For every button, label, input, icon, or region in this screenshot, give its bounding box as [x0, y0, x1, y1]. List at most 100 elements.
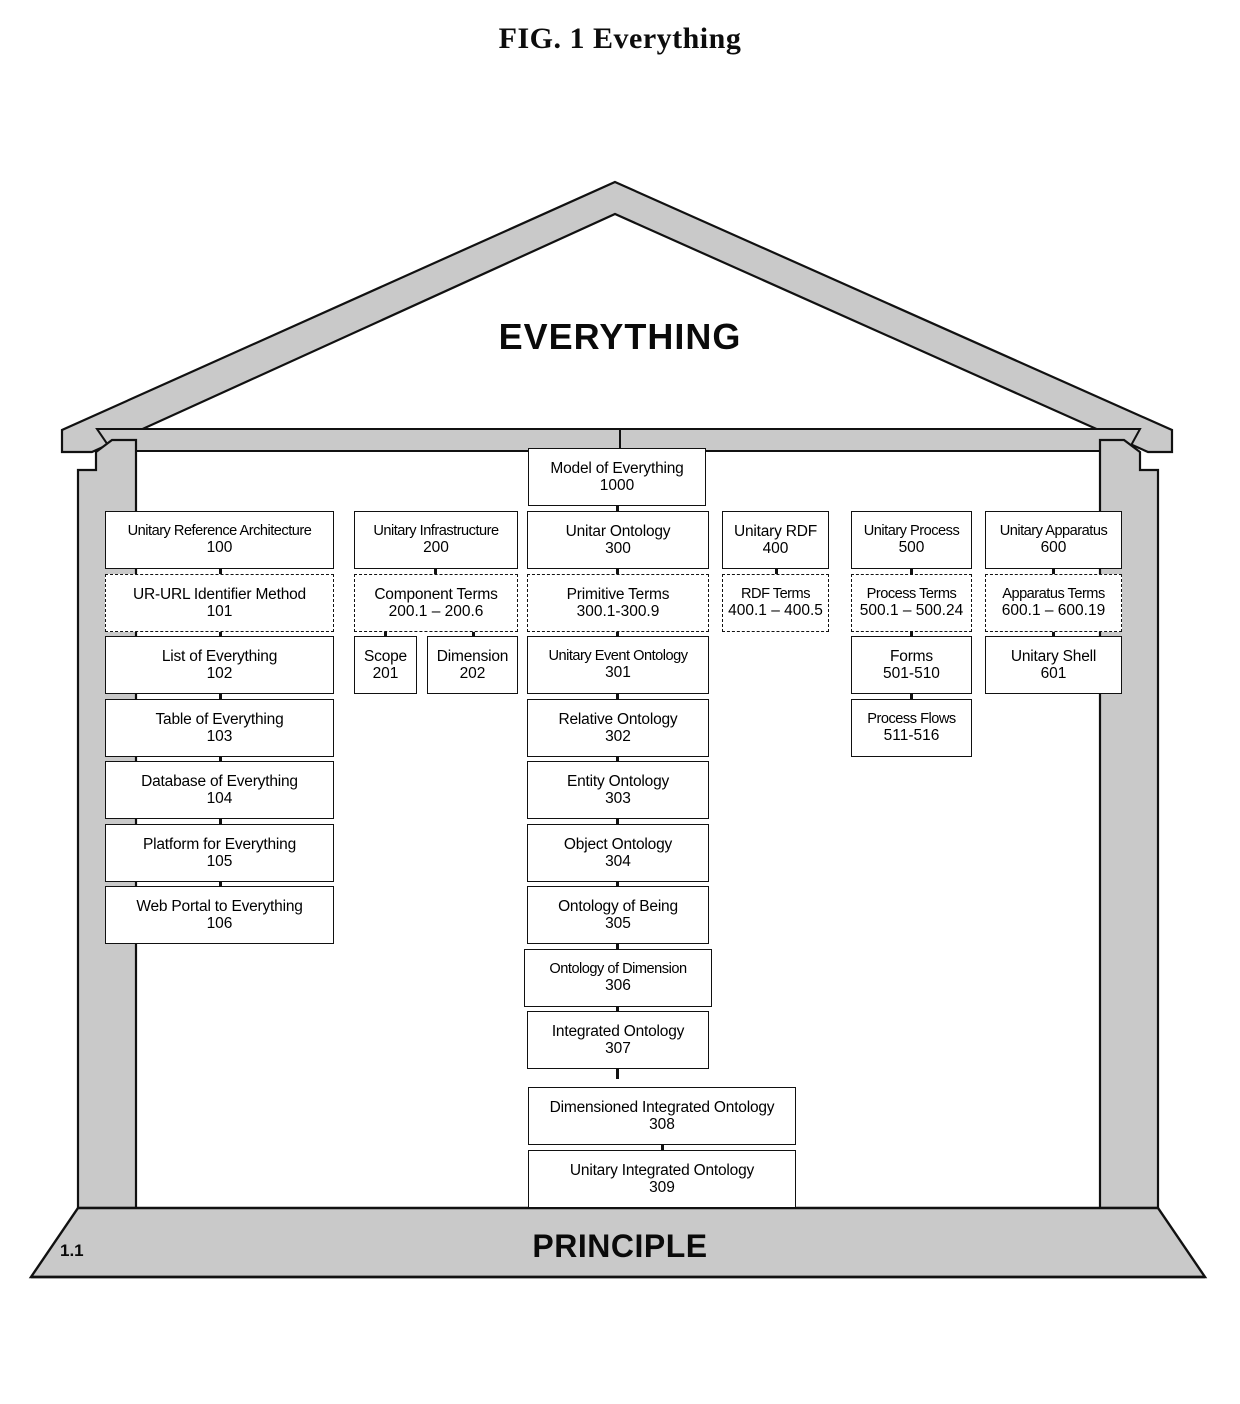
box-number: 500.1 – 500.24 [859, 602, 964, 620]
box-number: 300.1-300.9 [576, 603, 660, 620]
box-number: 400.1 – 400.5 [728, 602, 823, 620]
box-unitary-process-500[interactable]: Unitary Process 500 [851, 511, 972, 569]
box-process-flows-511-516[interactable]: Process Flows 511-516 [851, 699, 972, 757]
box-unitary-integrated-ontology-309[interactable]: Unitary Integrated Ontology 309 [528, 1150, 796, 1208]
box-label: Object Ontology [563, 835, 673, 853]
box-unitary-apparatus-600[interactable]: Unitary Apparatus 600 [985, 511, 1122, 569]
box-ontology-of-being-305[interactable]: Ontology of Being 305 [527, 886, 709, 944]
box-ontology-of-dimension-306[interactable]: Ontology of Dimension 306 [524, 949, 712, 1007]
box-number: 303 [605, 790, 631, 807]
box-label: Entity Ontology [566, 772, 670, 790]
box-number: 511-516 [883, 727, 940, 745]
box-number: 600.1 – 600.19 [1001, 602, 1106, 620]
box-ur-url-identifier-method-101[interactable]: UR-URL Identifier Method 101 [105, 574, 334, 632]
box-label: Unitary Infrastructure [373, 523, 499, 540]
box-scope-201[interactable]: Scope 201 [354, 636, 417, 694]
box-apparatus-terms-600-1-600-19[interactable]: Apparatus Terms 600.1 – 600.19 [985, 574, 1122, 632]
box-label: List of Everything [161, 647, 278, 665]
box-label: Unitary Shell [1010, 647, 1097, 665]
box-number: 305 [605, 915, 631, 932]
box-label: Unitary RDF [733, 522, 818, 540]
box-number: 201 [372, 665, 399, 682]
base-label-principle: PRINCIPLE [532, 1228, 708, 1264]
figure-reference-number: 1.1 [60, 1241, 84, 1260]
box-relative-ontology-302[interactable]: Relative Ontology 302 [527, 699, 709, 757]
box-unitary-shell-601[interactable]: Unitary Shell 601 [985, 636, 1122, 694]
box-label: Unitary Event Ontology [548, 648, 688, 665]
box-number: 200.1 – 200.6 [388, 603, 484, 620]
box-unitar-ontology-300[interactable]: Unitar Ontology 300 [527, 511, 709, 569]
box-number: 105 [206, 853, 233, 870]
box-unitary-infrastructure-200[interactable]: Unitary Infrastructure 200 [354, 511, 518, 569]
box-primitive-terms-300-1-300-9[interactable]: Primitive Terms 300.1-300.9 [527, 574, 709, 632]
box-web-portal-to-everything-106[interactable]: Web Portal to Everything 106 [105, 886, 334, 944]
box-number: 106 [206, 915, 233, 932]
box-label: Unitary Apparatus [999, 523, 1108, 540]
box-number: 308 [649, 1116, 675, 1133]
box-label: Relative Ontology [558, 710, 678, 728]
box-label: Ontology of Dimension [549, 961, 687, 978]
box-number: 600 [1040, 539, 1067, 557]
box-label: Unitary Reference Architecture [127, 523, 312, 540]
box-label: Model of Everything [550, 459, 684, 477]
box-label: Unitary Process [863, 523, 960, 540]
box-number: 104 [206, 790, 233, 807]
box-number: 304 [605, 853, 631, 870]
box-number: 400 [762, 540, 789, 557]
box-label: Table of Everything [155, 710, 284, 728]
box-number: 103 [206, 728, 233, 745]
box-number: 1000 [599, 477, 635, 494]
box-integrated-ontology-307[interactable]: Integrated Ontology 307 [527, 1011, 709, 1069]
box-label: Component Terms [374, 585, 498, 603]
box-label: Scope [364, 647, 407, 665]
box-component-terms-200-1-200-6[interactable]: Component Terms 200.1 – 200.6 [354, 574, 518, 632]
box-dimension-202[interactable]: Dimension 202 [427, 636, 518, 694]
box-number: 500 [898, 539, 925, 557]
box-number: 300 [605, 540, 631, 557]
box-process-terms-500-1-500-24[interactable]: Process Terms 500.1 – 500.24 [851, 574, 972, 632]
box-number: 202 [459, 665, 486, 682]
box-label: Process Flows [867, 711, 956, 728]
box-number: 102 [206, 665, 233, 682]
box-entity-ontology-303[interactable]: Entity Ontology 303 [527, 761, 709, 819]
box-label: Platform for Everything [142, 835, 297, 853]
box-object-ontology-304[interactable]: Object Ontology 304 [527, 824, 709, 882]
box-label: Integrated Ontology [551, 1022, 685, 1040]
box-number: 301 [605, 664, 631, 682]
box-number: 101 [206, 603, 233, 620]
box-label: Dimension [436, 647, 509, 665]
box-rdf-terms-400-1-400-5[interactable]: RDF Terms 400.1 – 400.5 [722, 574, 829, 632]
box-dimensioned-integrated-ontology-308[interactable]: Dimensioned Integrated Ontology 308 [528, 1087, 796, 1145]
box-label: Unitary Integrated Ontology [569, 1161, 755, 1179]
box-label: Ontology of Being [558, 897, 678, 915]
box-number: 309 [649, 1179, 675, 1196]
box-label: Primitive Terms [566, 585, 670, 603]
box-number: 501-510 [883, 665, 940, 682]
box-number: 200 [423, 539, 449, 557]
box-label: Database of Everything [141, 772, 298, 790]
box-platform-for-everything-105[interactable]: Platform for Everything 105 [105, 824, 334, 882]
box-forms-501-510[interactable]: Forms 501-510 [851, 636, 972, 694]
box-label: Forms [890, 647, 933, 665]
figure-page: FIG. 1 Everything EVERYTHING PRINCIPLE 1… [0, 0, 1240, 1404]
box-number: 601 [1040, 665, 1067, 682]
box-label: Web Portal to Everything [136, 897, 303, 915]
box-unitary-rdf-400[interactable]: Unitary RDF 400 [722, 511, 829, 569]
box-list-of-everything-102[interactable]: List of Everything 102 [105, 636, 334, 694]
box-label: Apparatus Terms [1002, 586, 1105, 603]
box-table-of-everything-103[interactable]: Table of Everything 103 [105, 699, 334, 757]
box-label: Unitar Ontology [565, 522, 671, 540]
box-label: RDF Terms [740, 586, 811, 603]
box-number: 100 [206, 539, 233, 557]
box-number: 307 [605, 1040, 631, 1057]
box-unitary-reference-architecture-100[interactable]: Unitary Reference Architecture 100 [105, 511, 334, 569]
roof-label-everything: EVERYTHING [498, 316, 742, 357]
box-label: UR-URL Identifier Method [133, 585, 306, 603]
box-database-of-everything-104[interactable]: Database of Everything 104 [105, 761, 334, 819]
box-unitary-event-ontology-301[interactable]: Unitary Event Ontology 301 [527, 636, 709, 694]
box-number: 302 [605, 728, 631, 745]
box-label: Process Terms [866, 586, 957, 603]
box-label: Dimensioned Integrated Ontology [549, 1098, 775, 1116]
box-model-of-everything-1000[interactable]: Model of Everything 1000 [528, 448, 706, 506]
box-number: 306 [605, 977, 631, 995]
